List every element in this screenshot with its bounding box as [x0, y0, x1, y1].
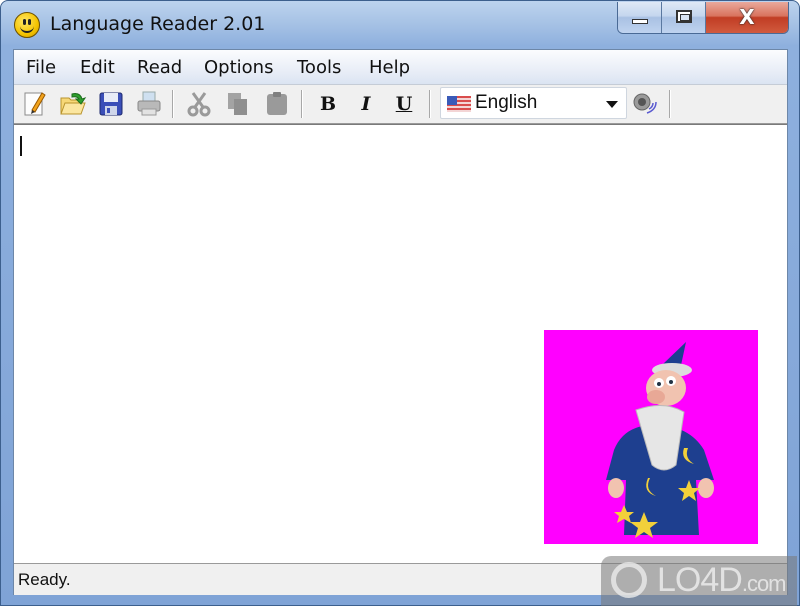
chevron-down-icon[interactable] [606, 101, 618, 108]
minimize-icon [632, 19, 648, 24]
toolbar-separator [172, 90, 174, 118]
toolbar-separator [669, 90, 671, 118]
cut-scissors-icon [187, 92, 211, 117]
close-button[interactable]: X [706, 2, 788, 33]
speak-button[interactable] [630, 89, 660, 119]
print-button[interactable] [134, 89, 164, 119]
status-text: Ready. [18, 570, 71, 589]
paste-icon [267, 92, 287, 115]
cut-button[interactable] [184, 89, 214, 119]
title-bar[interactable]: Language Reader 2.01 X [1, 1, 800, 47]
toolbar: B I U English [14, 85, 787, 124]
lo4d-watermark: LO4D.com [601, 556, 797, 606]
underline-button[interactable]: U [390, 91, 418, 117]
menu-read[interactable]: Read [137, 57, 182, 78]
text-editor[interactable] [14, 124, 787, 563]
open-button[interactable] [58, 89, 88, 119]
new-document-icon [24, 92, 46, 116]
maximize-button[interactable] [662, 2, 706, 33]
wizard-agent[interactable] [544, 330, 758, 544]
copy-button[interactable] [223, 89, 253, 119]
watermark-suffix: .com [741, 571, 787, 596]
copy-icon [228, 93, 247, 115]
menu-tools[interactable]: Tools [297, 57, 341, 78]
close-icon: X [739, 5, 755, 29]
save-disk-icon [99, 92, 123, 116]
menu-edit[interactable]: Edit [80, 57, 115, 78]
new-button[interactable] [20, 89, 50, 119]
wizard-character-image [606, 342, 714, 538]
us-flag-icon [447, 96, 471, 112]
language-select[interactable]: English [440, 87, 627, 119]
italic-button[interactable]: I [352, 91, 380, 117]
text-caret [20, 136, 22, 156]
menu-options[interactable]: Options [204, 57, 273, 78]
toolbar-separator [429, 90, 431, 118]
printer-icon [137, 91, 161, 116]
menu-bar: File Edit Read Options Tools Help [14, 50, 787, 85]
client-area: File Edit Read Options Tools Help B I U … [13, 49, 788, 595]
open-folder-icon [60, 93, 87, 115]
watermark-text: LO4D [657, 561, 743, 599]
save-button[interactable] [96, 89, 126, 119]
bold-button[interactable]: B [314, 91, 342, 117]
window-title: Language Reader 2.01 [50, 13, 266, 35]
paste-button[interactable] [262, 89, 292, 119]
lo4d-logo-icon [611, 562, 647, 598]
window-controls: X [617, 2, 789, 34]
toolbar-separator [301, 90, 303, 118]
language-value: English [475, 92, 538, 113]
menu-file[interactable]: File [26, 57, 56, 78]
app-window: Language Reader 2.01 X File Edit Read Op… [0, 0, 800, 606]
menu-help[interactable]: Help [369, 57, 410, 78]
smiley-icon[interactable] [14, 12, 40, 38]
speaker-icon [633, 93, 657, 114]
maximize-icon [676, 10, 692, 23]
minimize-button[interactable] [618, 2, 662, 33]
